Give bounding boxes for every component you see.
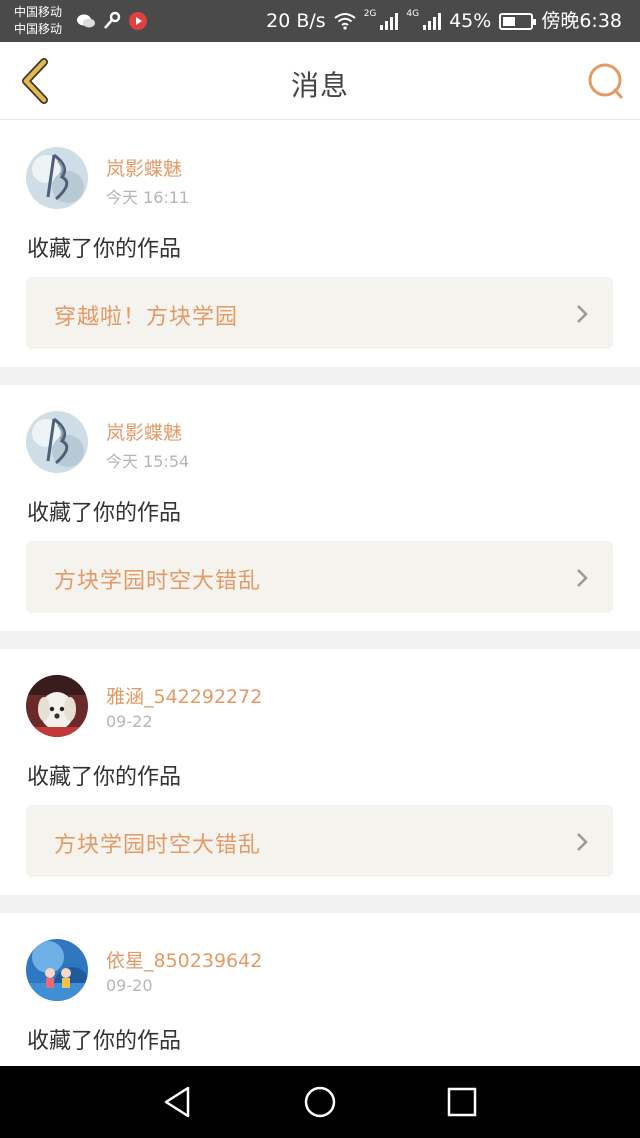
message-time: 今天 15:54 xyxy=(106,452,190,471)
avatar[interactable] xyxy=(26,675,88,737)
nav-recents-icon[interactable] xyxy=(444,1084,480,1120)
system-nav-bar xyxy=(0,1066,640,1138)
notification-icons xyxy=(76,11,148,31)
wifi-icon xyxy=(334,13,356,30)
work-title: 方块学园时空大错乱 xyxy=(54,569,262,594)
message-time: 09-20 xyxy=(106,976,153,995)
work-link[interactable]: 方块学园时空大错乱 xyxy=(26,541,613,613)
net-speed: 20 B/s xyxy=(266,10,326,32)
message-time: 今天 16:11 xyxy=(106,188,190,207)
status-bar: 中国移动 中国移动 20 B/s 2G 4G 45% 傍晚6:38 xyxy=(0,0,640,42)
carrier-labels: 中国移动 中国移动 xyxy=(14,4,62,38)
work-link[interactable]: 穿越啦！方块学园 xyxy=(26,277,613,349)
key-icon xyxy=(104,11,121,29)
chat-bubble-icon[interactable] xyxy=(586,62,626,102)
page-title: 消息 xyxy=(290,69,349,102)
divider xyxy=(0,631,640,649)
chevron-right-icon xyxy=(577,305,588,323)
avatar[interactable] xyxy=(26,939,88,1001)
message-time: 09-22 xyxy=(106,712,153,731)
video-app-icon xyxy=(129,12,147,30)
network-4g-label: 4G xyxy=(406,9,420,19)
username[interactable]: 雅涵_542292272 xyxy=(106,682,262,709)
nav-home-icon[interactable] xyxy=(302,1084,338,1120)
username[interactable]: 依星_850239642 xyxy=(106,946,262,973)
wechat-icon xyxy=(77,14,95,28)
avatar[interactable] xyxy=(26,147,88,209)
avatar[interactable] xyxy=(26,411,88,473)
battery-percent: 45% xyxy=(449,10,492,32)
action-text: 收藏了你的作品 xyxy=(27,765,182,790)
action-text: 收藏了你的作品 xyxy=(27,237,182,262)
username[interactable]: 岚影蝶魅 xyxy=(106,154,182,181)
divider xyxy=(0,367,640,385)
signal-icon xyxy=(380,12,399,30)
signal-icon xyxy=(423,12,442,30)
work-link[interactable]: 方块学园时空大错乱 xyxy=(26,805,613,877)
message-item: 雅涵_542292272 09-22 收藏了你的作品 方块学园时空大错乱 xyxy=(0,649,640,895)
action-text: 收藏了你的作品 xyxy=(27,501,182,526)
work-title: 方块学园时空大错乱 xyxy=(54,833,262,858)
message-item: 岚影蝶魅 今天 16:11 收藏了你的作品 穿越啦！方块学园 xyxy=(0,121,640,367)
nav-back-icon[interactable] xyxy=(160,1084,196,1120)
chevron-right-icon xyxy=(577,833,588,851)
carrier-2: 中国移动 xyxy=(14,22,63,36)
app-header: 消息 xyxy=(0,42,640,120)
clock: 傍晚6:38 xyxy=(541,10,622,32)
work-title: 穿越啦！方块学园 xyxy=(54,305,239,330)
username[interactable]: 岚影蝶魅 xyxy=(106,418,182,445)
divider xyxy=(0,895,640,913)
battery-icon xyxy=(499,12,537,30)
chevron-right-icon xyxy=(577,569,588,587)
message-item: 依星_850239642 09-20 收藏了你的作品 xyxy=(0,913,640,1066)
message-item: 岚影蝶魅 今天 15:54 收藏了你的作品 方块学园时空大错乱 xyxy=(0,385,640,631)
action-text: 收藏了你的作品 xyxy=(27,1029,182,1054)
network-2g-label: 2G xyxy=(363,9,377,19)
carrier-1: 中国移动 xyxy=(14,5,63,19)
status-right: 20 B/s 2G 4G 45% 傍晚6:38 xyxy=(266,9,622,33)
